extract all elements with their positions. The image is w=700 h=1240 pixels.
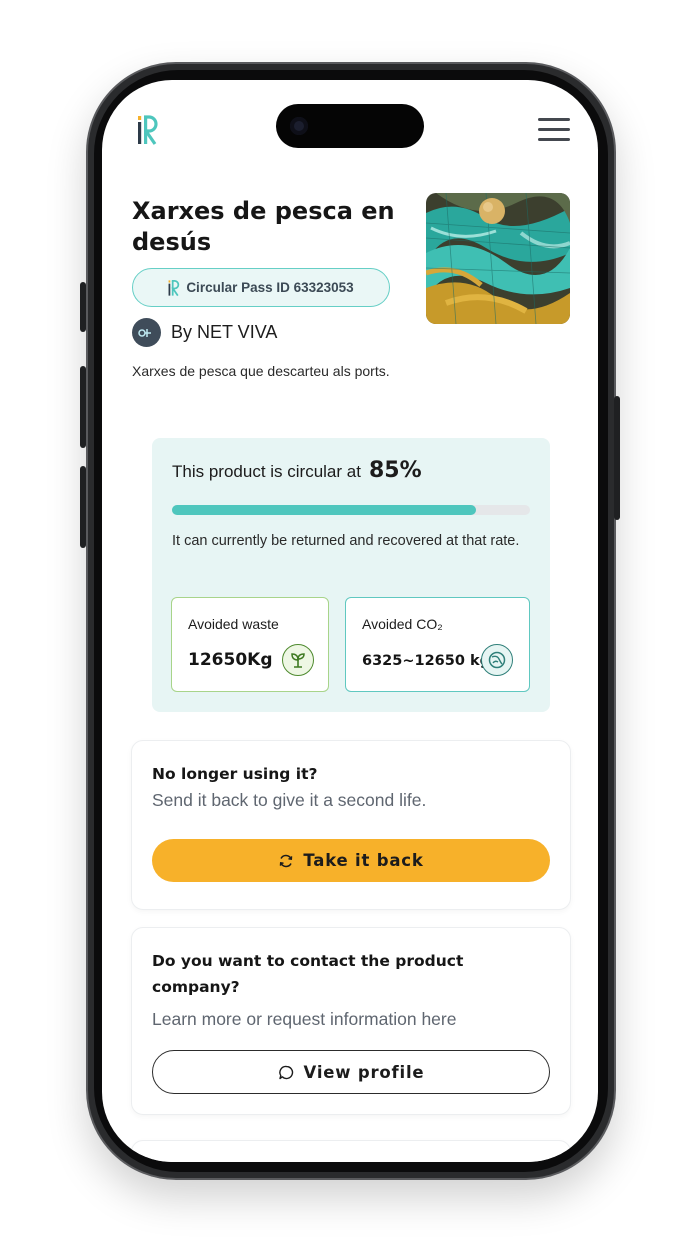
phone-screen: Xarxes de pesca en desús Circular Pass I… — [102, 80, 598, 1162]
contact-subtitle: Learn more or request information here — [152, 1009, 457, 1029]
circular-pass-logo-icon — [168, 279, 180, 296]
globe-leaf-icon — [481, 644, 513, 676]
take-back-subtitle: Send it back to give it a second life. — [152, 790, 427, 810]
circularity-heading-text: This product is circular at — [172, 462, 361, 481]
avoided-co2-value: 6325~12650 kg — [362, 653, 491, 669]
view-profile-label: View profile — [303, 1062, 425, 1082]
chat-bubble-icon — [278, 1065, 293, 1079]
action-button — [80, 282, 86, 332]
avoided-co2-label: Avoided CO₂ — [362, 616, 443, 632]
circularity-heading: This product is circular at 85% — [172, 458, 422, 483]
take-it-back-label: Take it back — [303, 851, 424, 870]
product-author[interactable]: By NET VIVA — [132, 318, 277, 347]
circular-pass-logo-icon[interactable] — [137, 114, 159, 146]
avoided-co2-stat: Avoided CO₂ 6325~12650 kg — [345, 597, 530, 692]
circularity-progress-fill — [172, 505, 477, 515]
avatar — [132, 318, 161, 347]
sprout-icon — [282, 644, 314, 676]
avoided-waste-label: Avoided waste — [188, 616, 279, 632]
product-title: Xarxes de pesca en desús — [132, 197, 395, 256]
take-back-title: No longer using it? — [152, 765, 318, 783]
next-card — [131, 1140, 571, 1162]
avoided-waste-value: 12650Kg — [188, 650, 273, 670]
circular-pass-label: Circular Pass ID 63323053 — [186, 280, 354, 295]
front-camera — [290, 117, 308, 135]
circularity-note: It can currently be returned and recover… — [172, 533, 520, 549]
view-profile-button[interactable]: View profile — [152, 1050, 550, 1094]
power-button — [614, 396, 620, 520]
hamburger-menu-icon[interactable] — [538, 118, 570, 142]
avoided-waste-stat: Avoided waste 12650Kg — [171, 597, 329, 692]
volume-up-button — [80, 366, 86, 448]
author-name: By NET VIVA — [171, 322, 278, 342]
refresh-icon — [280, 854, 293, 867]
product-description: Xarxes de pesca que descarteu als ports. — [132, 363, 390, 379]
circularity-progress-bar — [172, 505, 530, 515]
circularity-percent: 85% — [368, 458, 422, 483]
take-it-back-button[interactable]: Take it back — [152, 839, 550, 882]
contact-title: Do you want to contact the product compa… — [152, 952, 464, 996]
net-viva-logo-icon — [137, 328, 151, 337]
circular-pass-badge[interactable]: Circular Pass ID 63323053 — [132, 268, 390, 307]
fishing-nets-photo — [426, 193, 570, 324]
volume-down-button — [80, 466, 86, 548]
